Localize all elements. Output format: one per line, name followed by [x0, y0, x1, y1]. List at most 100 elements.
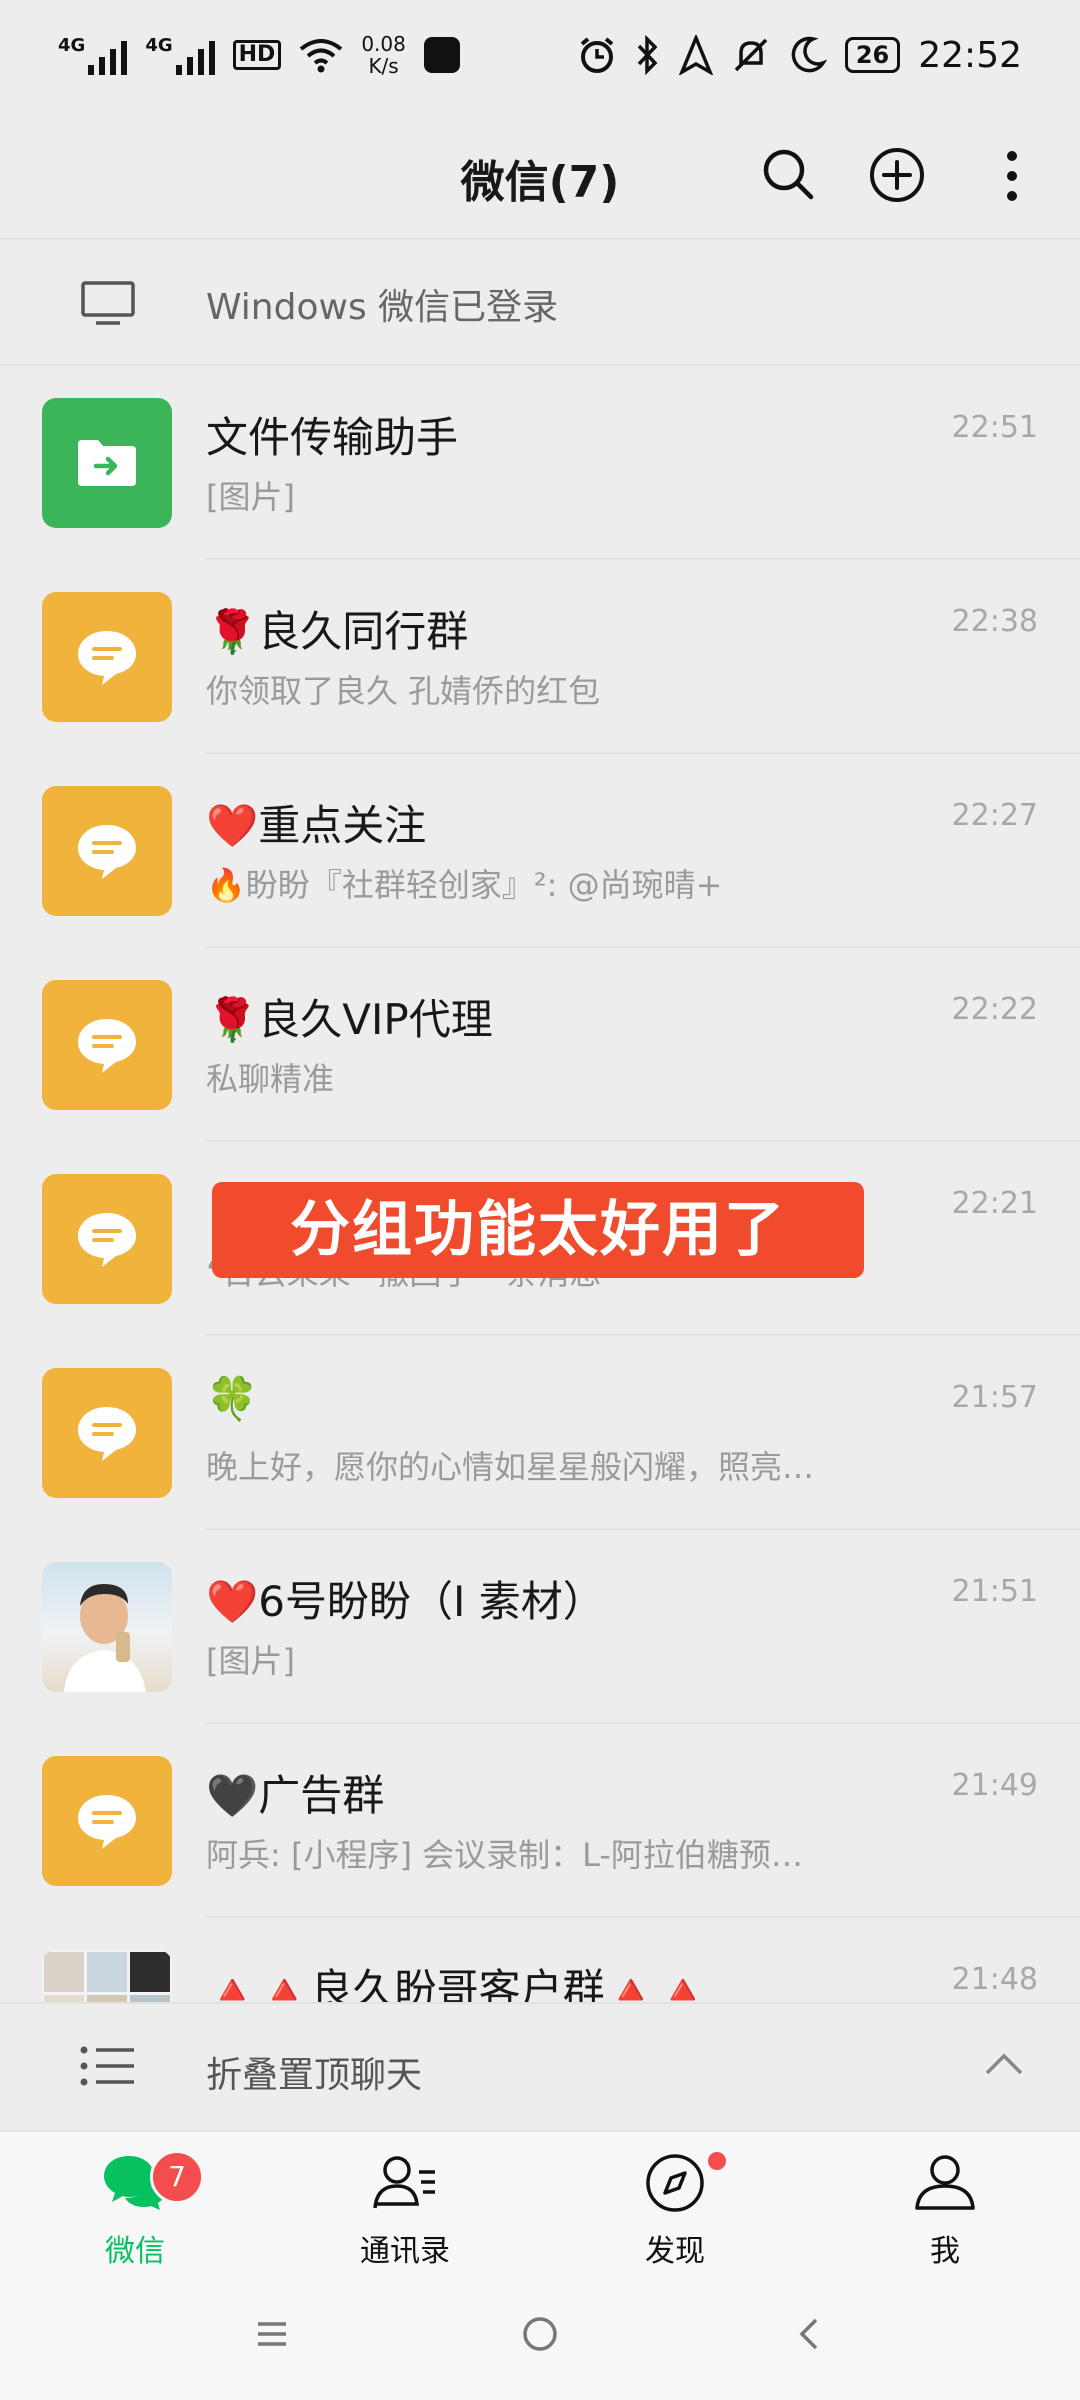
cellular-signal-1-icon: 4G [58, 35, 128, 75]
chat-name: ❤️重点关注 [206, 801, 427, 850]
compass-icon [646, 2154, 704, 2212]
chat-name: ❤️6号盼盼（I 素材） [206, 1577, 605, 1626]
chat-time: 21:48 [951, 1962, 1038, 1997]
network-speed-unit: K/s [368, 54, 399, 78]
chat-name: 🔺🔺良久盼哥客户群🔺🔺 [206, 1965, 710, 2002]
tab-label: 发现 [645, 2234, 705, 2269]
group-avatar [42, 1174, 172, 1304]
person-icon [915, 2155, 975, 2210]
chat-bubble-icon [78, 631, 136, 685]
group-avatar [42, 592, 172, 722]
cellular-signal-2-icon: 4G [145, 35, 215, 75]
chat-name: 文件传输助手 [206, 413, 459, 462]
chat-name: 🍀 [206, 1374, 259, 1423]
status-bar-left: 4G 4G HD 0.08 K/s [58, 33, 460, 77]
chat-time: 22:22 [951, 992, 1038, 1027]
chat-item-group[interactable]: 🌹良久VIP代理 私聊精准 22:22 [0, 948, 1080, 1142]
chat-time: 22:51 [951, 410, 1038, 445]
chat-name: 🌹良久VIP代理 [206, 995, 493, 1044]
chat-name: 🖤广告群 [206, 1771, 385, 1820]
navigation-icon [678, 35, 713, 75]
tab-me[interactable]: 我 [810, 2132, 1080, 2270]
photo-grid-icon [44, 1952, 170, 2002]
contact-photo-avatar [42, 1562, 172, 1692]
file-transfer-avatar [42, 398, 172, 528]
windows-login-text: Windows 微信已登录 [206, 287, 559, 328]
chat-item-group[interactable]: ❤️重点关注 🔥盼盼『社群轻创家』²: @尚琬晴+ 22:27 [0, 754, 1080, 948]
chat-bubble-icon [78, 825, 136, 879]
network-speed: 0.08 K/s [361, 33, 406, 77]
battery-level: 26 [844, 37, 901, 73]
notification-app-icon [423, 37, 460, 73]
fold-pinned-chats-bar[interactable]: 折叠置顶聊天 [0, 2002, 1080, 2130]
chat-bubble-icon [78, 1019, 136, 1073]
chat-item-group[interactable]: 🔺🔺良久盼哥客户群🔺🔺 21:48 [0, 1918, 1080, 2002]
chat-item-contact[interactable]: ❤️6号盼盼（I 素材） [图片] 21:51 [0, 1530, 1080, 1724]
new-indicator-dot [708, 2152, 726, 2170]
bluetooth-icon [637, 35, 658, 75]
more-options-icon[interactable] [1000, 148, 1024, 204]
chat-item-file-transfer[interactable]: 文件传输助手 [图片] 22:51 [0, 366, 1080, 560]
chat-preview: 晚上好，愿你的心情如星星般闪耀，照亮… [206, 1448, 815, 1486]
fold-pinned-label: 折叠置顶聊天 [206, 2055, 423, 2096]
hd-voice-icon: HD [232, 40, 282, 70]
chat-time: 21:51 [951, 1574, 1038, 1609]
status-bar-right: 26 22:52 [577, 35, 1022, 76]
group-avatar [42, 786, 172, 916]
back-chevron-icon[interactable] [790, 2314, 830, 2354]
network-type-1: 4G [58, 35, 86, 56]
group-avatar [42, 1756, 172, 1886]
windows-login-bar[interactable]: Windows 微信已登录 [0, 238, 1080, 366]
chat-preview: [图片] [206, 478, 295, 516]
group-avatar [42, 980, 172, 1110]
group-photo-grid-avatar [42, 1950, 172, 2002]
tab-label: 我 [930, 2234, 960, 2269]
tab-label: 通讯录 [360, 2234, 450, 2269]
network-speed-value: 0.08 [361, 32, 406, 56]
person-photo-icon [64, 1584, 146, 1692]
mute-bell-icon [734, 38, 768, 72]
chat-preview: 🔥盼盼『社群轻创家』²: @尚琬晴+ [206, 866, 723, 904]
network-type-2: 4G [145, 35, 173, 56]
chat-time: 22:21 [951, 1186, 1038, 1221]
bottom-nav: 7 微信 通讯录 发现 我 [0, 2130, 1080, 2270]
chat-name: 🌹良久同行群 [206, 607, 469, 656]
system-nav-bar [0, 2270, 1080, 2400]
chat-preview: [图片] [206, 1642, 295, 1680]
chat-time: 22:27 [951, 798, 1038, 833]
chat-time: 22:38 [951, 604, 1038, 639]
menu-recents-icon[interactable] [252, 2314, 292, 2354]
chat-bubble-icon [78, 1795, 136, 1849]
chevron-up-icon[interactable] [984, 2052, 1024, 2076]
unread-badge: 7 [150, 2150, 204, 2204]
chat-preview: 你领取了良久 孔婧侨的红包 [206, 672, 601, 710]
alarm-icon [580, 37, 614, 73]
chat-item-group[interactable]: 🖤广告群 阿兵: [小程序] 会议录制：L-阿拉伯糖预… 21:49 [0, 1724, 1080, 1918]
chat-bubble-icon [78, 1407, 136, 1461]
tab-chats[interactable]: 7 微信 [0, 2132, 270, 2270]
tab-label: 微信 [105, 2234, 165, 2269]
status-bar: 4G 4G HD 0.08 K/s 26 22:52 [0, 0, 1080, 110]
home-circle-icon[interactable] [520, 2314, 560, 2354]
do-not-disturb-moon-icon [791, 36, 827, 73]
wifi-icon [300, 39, 343, 73]
chat-time: 21:49 [951, 1768, 1038, 1803]
tab-contacts[interactable]: 通讯录 [270, 2132, 540, 2270]
group-avatar [42, 1368, 172, 1498]
tab-discover[interactable]: 发现 [540, 2132, 810, 2270]
status-time: 22:52 [918, 34, 1022, 76]
overlay-caption-banner: 分组功能太好用了 [212, 1182, 864, 1278]
chat-preview: 阿兵: [小程序] 会议录制：L-阿拉伯糖预… [206, 1836, 803, 1874]
chat-item-group[interactable]: 🍀 晚上好，愿你的心情如星星般闪耀，照亮… 21:57 [0, 1336, 1080, 1530]
chat-preview: 私聊精准 [206, 1060, 335, 1098]
list-icon [80, 2046, 134, 2086]
search-icon[interactable] [760, 146, 816, 202]
title-bar: 微信(7) [0, 110, 1080, 238]
contacts-icon [373, 2156, 435, 2209]
chat-item-group[interactable]: 🌹良久同行群 你领取了良久 孔婧侨的红包 22:38 [0, 560, 1080, 754]
add-plus-icon[interactable] [868, 146, 926, 204]
monitor-icon [81, 281, 135, 325]
chat-time: 21:57 [951, 1380, 1038, 1415]
folder-arrow-icon [78, 440, 136, 486]
chat-bubble-icon [78, 1213, 136, 1267]
